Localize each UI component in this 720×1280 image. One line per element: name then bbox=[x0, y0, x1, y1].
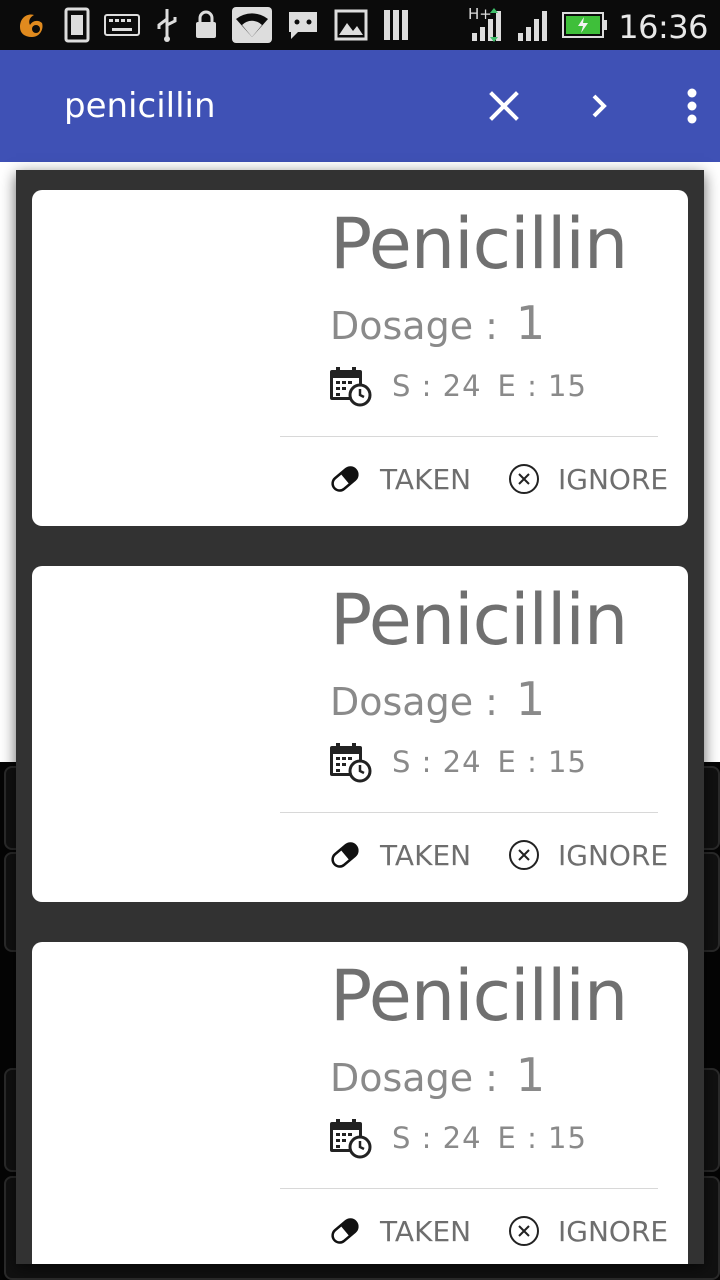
image-icon bbox=[334, 9, 368, 41]
chevron-right-icon bbox=[592, 94, 607, 118]
search-query[interactable]: penicillin bbox=[64, 86, 216, 126]
taken-button[interactable]: TAKEN bbox=[328, 1210, 471, 1252]
wifi-icon bbox=[232, 7, 272, 43]
screen: H+ 16:36 penicillin Penicillin Dosage: … bbox=[0, 0, 720, 1280]
card-divider bbox=[280, 1188, 658, 1189]
sim-icon bbox=[64, 7, 90, 43]
end-value: E : 15 bbox=[497, 369, 587, 403]
ignore-label: IGNORE bbox=[558, 1214, 669, 1248]
start-value: S : 24 bbox=[392, 1121, 482, 1155]
battery-charging-icon bbox=[562, 12, 607, 38]
card-divider bbox=[280, 436, 658, 437]
medication-name: Penicillin bbox=[330, 579, 628, 661]
app-bar: penicillin bbox=[0, 50, 720, 162]
pill-icon bbox=[331, 1218, 359, 1244]
ignore-label: IGNORE bbox=[558, 838, 669, 872]
dosage-row: Dosage : 1 bbox=[330, 296, 546, 350]
dosage-row: Dosage : 1 bbox=[330, 672, 546, 726]
status-icons-right: H+ bbox=[468, 5, 608, 44]
schedule-row: S : 24 E : 15 bbox=[328, 364, 587, 408]
ignore-button[interactable]: IGNORE bbox=[508, 458, 668, 500]
status-time: 16:36 bbox=[618, 8, 708, 46]
medication-card: Penicillin Dosage : 1 S : 24 E: 15 TAKE… bbox=[32, 942, 688, 1264]
overflow-menu-button[interactable] bbox=[668, 82, 716, 130]
end-value: E : 15 bbox=[497, 745, 587, 779]
ignore-label: IGNORE bbox=[558, 462, 669, 496]
taken-button[interactable]: TAKEN bbox=[328, 834, 471, 876]
taken-label: TAKEN bbox=[380, 838, 472, 872]
uc-browser-icon bbox=[20, 14, 43, 37]
start-value: S : 24 bbox=[392, 369, 482, 403]
keyboard-icon bbox=[104, 14, 140, 36]
ignore-button[interactable]: IGNORE bbox=[508, 834, 668, 876]
dosage-label: Dosage bbox=[330, 304, 474, 348]
end-value: E : 15 bbox=[497, 1121, 587, 1155]
calendar-clock-icon bbox=[330, 743, 372, 783]
signal-h-plus-icon: H+ bbox=[468, 5, 504, 43]
signal-icon bbox=[518, 11, 547, 41]
dosage-value: 1 bbox=[515, 672, 546, 726]
next-button[interactable] bbox=[576, 82, 624, 130]
schedule-row: S : 24 E : 15 bbox=[328, 1116, 587, 1160]
taken-label: TAKEN bbox=[380, 462, 472, 496]
medication-card: Penicillin Dosage : 1 S : 24 E: 15 TAKE… bbox=[32, 566, 688, 902]
more-vert-icon bbox=[687, 88, 697, 124]
sd-card-icon bbox=[384, 10, 408, 40]
dosage-value: 1 bbox=[515, 296, 546, 350]
dosage-row: Dosage : 1 bbox=[330, 1048, 546, 1102]
status-bar: H+ 16:36 bbox=[0, 0, 720, 50]
dosage-colon: : bbox=[485, 304, 498, 348]
lock-icon bbox=[196, 10, 216, 38]
dosage-label: Dosage bbox=[330, 1056, 474, 1100]
medication-name: Penicillin bbox=[330, 955, 628, 1037]
taken-label: TAKEN bbox=[380, 1214, 472, 1248]
cancel-circle-icon bbox=[509, 840, 539, 870]
cancel-circle-icon bbox=[509, 1216, 539, 1246]
chat-icon bbox=[289, 12, 317, 39]
calendar-clock-icon bbox=[330, 1119, 372, 1159]
pill-icon bbox=[331, 842, 359, 868]
usb-icon bbox=[157, 9, 177, 42]
cancel-circle-icon bbox=[509, 464, 539, 494]
status-icons-left bbox=[14, 6, 410, 44]
medication-name: Penicillin bbox=[330, 203, 628, 285]
pill-icon bbox=[331, 466, 359, 492]
schedule-row: S : 24 E : 15 bbox=[328, 740, 587, 784]
card-divider bbox=[280, 812, 658, 813]
medication-card: Penicillin Dosage : 1 S : 24 E: 15 TAKE… bbox=[32, 190, 688, 526]
ignore-button[interactable]: IGNORE bbox=[508, 1210, 668, 1252]
taken-button[interactable]: TAKEN bbox=[328, 458, 471, 500]
reminder-dialog: Penicillin Dosage : 1 S : 24 E: 15 TAKE… bbox=[16, 170, 704, 1264]
dosage-value: 1 bbox=[515, 1048, 546, 1102]
start-value: S : 24 bbox=[392, 745, 482, 779]
close-icon bbox=[489, 91, 519, 121]
dosage-colon: : bbox=[485, 680, 498, 724]
calendar-clock-icon bbox=[330, 367, 372, 407]
clear-search-button[interactable] bbox=[480, 82, 528, 130]
dosage-colon: : bbox=[485, 1056, 498, 1100]
dosage-label: Dosage bbox=[330, 680, 474, 724]
